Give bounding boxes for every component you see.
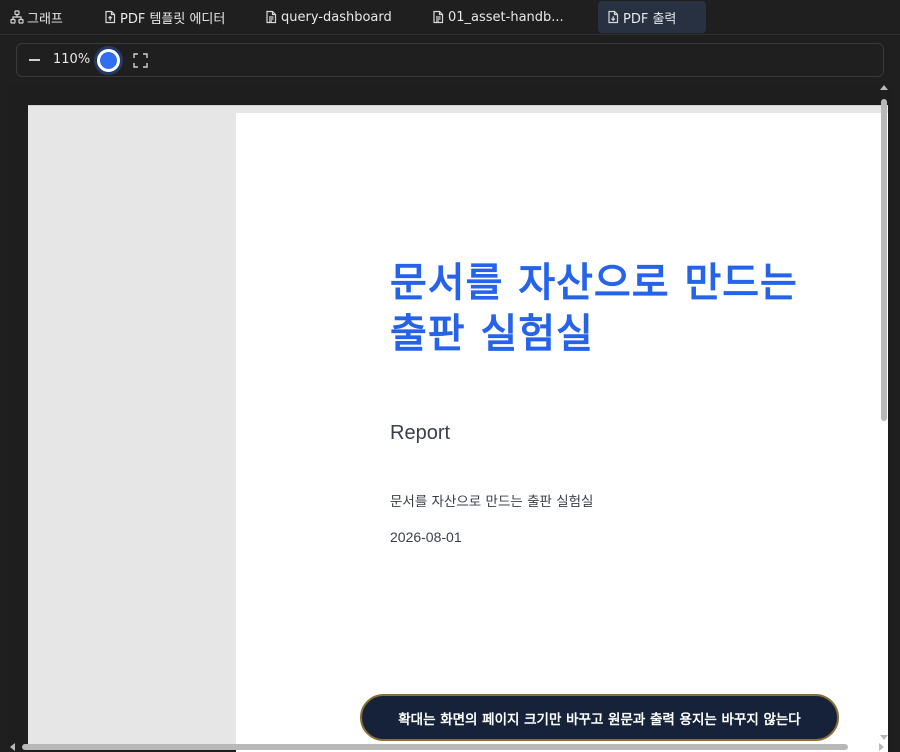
tab-bar: 그래프 PDF 템플릿 에디터 query-dashboard 01_asset…: [0, 0, 900, 35]
zoom-out-button[interactable]: [25, 51, 43, 69]
horizontal-scrollbar[interactable]: [8, 742, 884, 752]
horizontal-scroll-thumb[interactable]: [22, 744, 848, 750]
fullscreen-icon[interactable]: [133, 53, 148, 68]
scroll-left-icon[interactable]: [10, 743, 15, 751]
scroll-right-icon[interactable]: [879, 743, 884, 751]
document-title-line2: 출판 실험실: [390, 311, 594, 357]
zoom-level: 110%: [53, 52, 91, 67]
zoom-info-toast: 확대는 화면의 페이지 크기만 바꾸고 원문과 출력 용지는 바꾸지 않는다: [360, 694, 839, 741]
tab-pdf-template-editor[interactable]: PDF 템플릿 에디터: [97, 1, 231, 33]
minus-icon: [28, 59, 40, 61]
scroll-down-icon[interactable]: [880, 735, 888, 740]
tab-label: PDF 템플릿 에디터: [120, 11, 226, 27]
pdf-page: 문서를 자산으로 만드는 출판 실험실 Report 문서를 자산으로 만드는 …: [236, 113, 888, 752]
tab-asset-handbook[interactable]: 01_asset-handb...: [425, 1, 570, 33]
scroll-up-icon[interactable]: [880, 85, 888, 90]
file-download-icon: [608, 10, 619, 24]
tab-graph[interactable]: 그래프: [4, 1, 69, 33]
tab-pdf-output[interactable]: PDF 출력: [598, 1, 706, 33]
file-template-icon: [105, 10, 116, 24]
document-title: 문서를 자산으로 만드는 출판 실험실: [390, 258, 880, 360]
tab-query-dashboard[interactable]: query-dashboard: [258, 1, 398, 33]
vertical-scrollbar[interactable]: [880, 85, 888, 740]
document-icon: [266, 10, 277, 24]
document-date: 2026-08-01: [390, 529, 462, 545]
tab-label: 01_asset-handb...: [448, 9, 564, 25]
zoom-slider-handle[interactable]: [97, 49, 120, 72]
document-icon: [433, 10, 444, 24]
tab-label: query-dashboard: [281, 9, 392, 25]
zoom-toolbar: 110%: [16, 43, 884, 77]
pdf-viewer[interactable]: 문서를 자산으로 만드는 출판 실험실 Report 문서를 자산으로 만드는 …: [8, 85, 892, 752]
tab-label: PDF 출력: [623, 11, 677, 27]
vertical-scroll-thumb[interactable]: [881, 99, 887, 421]
tab-label: 그래프: [27, 11, 63, 27]
document-title-line1: 문서를 자산으로 만드는: [390, 260, 798, 306]
graph-icon: [10, 10, 24, 24]
toast-message: 확대는 화면의 페이지 크기만 바꾸고 원문과 출력 용지는 바꾸지 않는다: [398, 711, 801, 728]
report-label: Report: [390, 422, 451, 444]
document-subtitle: 문서를 자산으로 만드는 출판 실험실: [390, 494, 594, 510]
